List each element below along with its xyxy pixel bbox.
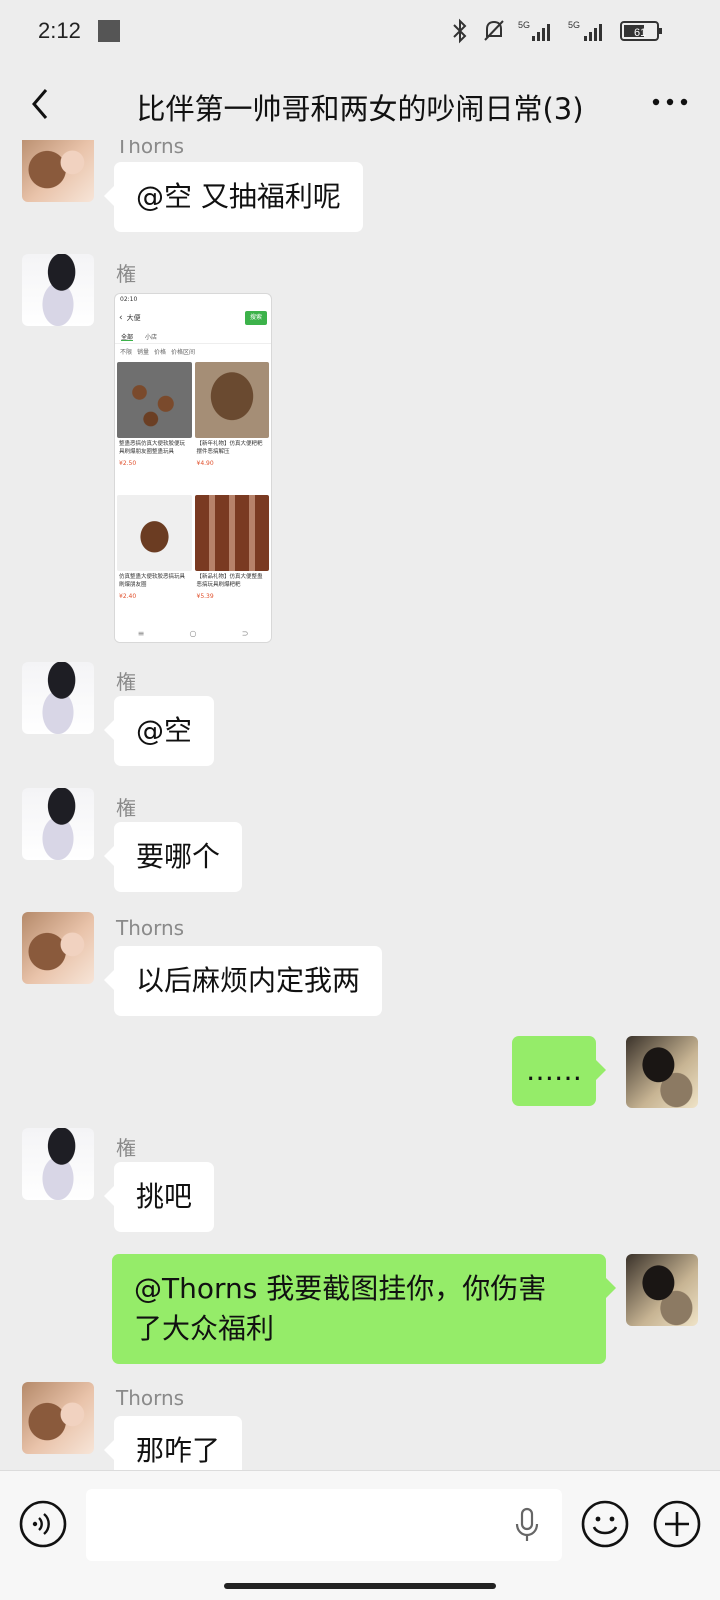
message-bubble-outgoing[interactable]: @Thorns 我要截图挂你，你伤害 了大众福利 bbox=[112, 1254, 616, 1364]
avatar-thorns[interactable] bbox=[22, 140, 94, 202]
svg-text:5G: 5G bbox=[568, 20, 580, 30]
product-price: ¥5.39 bbox=[196, 593, 214, 600]
message-list[interactable]: Thorns @空 又抽福利呢 権 02:10 ‹ 大便 搜索 全部 小店 不限… bbox=[0, 140, 720, 1470]
image-product-card: 仿真整蛊大便软胶恶搞玩具刷爆朋友圈 ¥2.40 bbox=[117, 495, 192, 625]
message-text-line: 了大众福利 bbox=[134, 1312, 275, 1345]
image-search-bar: ‹ 大便 搜索 bbox=[115, 306, 271, 330]
product-title: 【新年礼物】仿真大便粑粑摆件恶搞解压 bbox=[196, 441, 263, 455]
avatar-thorns[interactable] bbox=[22, 1382, 94, 1454]
more-options-icon[interactable] bbox=[650, 94, 690, 110]
plus-icon[interactable] bbox=[652, 1499, 702, 1549]
product-photo bbox=[117, 495, 192, 571]
message-text-line: @Thorns 我要截图挂你，你伤害 bbox=[134, 1272, 547, 1305]
chat-title: 比伴第一帅哥和两女的吵闹日常(3) bbox=[136, 92, 584, 126]
image-filter: 价格区间 bbox=[171, 349, 196, 356]
message-bubble[interactable]: 以后麻烦内定我两 bbox=[103, 946, 383, 1016]
image-nav-bar: ≡ ○ ⊃ bbox=[115, 624, 271, 642]
message-bubble[interactable]: 要哪个 bbox=[103, 822, 243, 892]
product-title: 仿真整蛊大便软胶恶搞玩具刷爆朋友圈 bbox=[119, 574, 186, 588]
image-product-card: 【新品礼物】仿真大便整蛊恶搞玩具刷爆粑粑 ¥5.39 bbox=[194, 495, 269, 625]
image-filter: 不限 bbox=[120, 349, 133, 356]
message-bubble[interactable]: 挑吧 bbox=[103, 1162, 215, 1232]
image-search-query: 大便 bbox=[126, 314, 141, 322]
avatar-thorns[interactable] bbox=[22, 912, 94, 984]
avatar-quan[interactable] bbox=[22, 788, 94, 860]
message-input[interactable] bbox=[86, 1489, 562, 1561]
product-price: ¥2.40 bbox=[119, 593, 137, 600]
product-price: ¥4.90 bbox=[196, 460, 214, 467]
sender-name: 権 bbox=[116, 670, 136, 694]
image-filter: 销量 bbox=[137, 349, 150, 356]
image-tab: 全部 bbox=[121, 334, 134, 341]
svg-text:5G: 5G bbox=[518, 20, 530, 30]
signal-5g-icon-2: 5G bbox=[568, 20, 602, 41]
avatar-quan[interactable] bbox=[22, 254, 94, 326]
message-bubble-outgoing[interactable]: …… bbox=[512, 1036, 606, 1106]
image-filters: 不限 销量 价格 价格区间 bbox=[115, 344, 271, 362]
image-product-card: 整蛊恶搞仿真大便软胶便玩具刷爆朋友圈整蛊玩具 ¥2.50 bbox=[117, 362, 192, 492]
chat-header: 比伴第一帅哥和两女的吵闹日常(3) bbox=[0, 64, 720, 140]
product-title: 整蛊恶搞仿真大便软胶便玩具刷爆朋友圈整蛊玩具 bbox=[119, 441, 186, 455]
image-tab: 小店 bbox=[145, 334, 158, 341]
sender-name: Thorns bbox=[116, 916, 185, 940]
sender-name: 権 bbox=[116, 796, 136, 820]
home-indicator[interactable] bbox=[224, 1583, 496, 1589]
avatar-me[interactable] bbox=[626, 1254, 698, 1326]
status-time: 2:12 bbox=[38, 18, 81, 43]
product-photo bbox=[194, 362, 269, 438]
signal-5g-icon: 5G bbox=[518, 20, 550, 41]
avatar-me[interactable] bbox=[626, 1036, 698, 1108]
status-bar: 2:12 5G 5G 61 bbox=[0, 0, 720, 64]
sender-name: Thorns bbox=[116, 140, 185, 158]
product-price: ¥2.50 bbox=[119, 460, 137, 467]
bluetooth-icon bbox=[453, 18, 467, 44]
sender-name: 権 bbox=[116, 1136, 136, 1160]
image-filter: 价格 bbox=[154, 349, 167, 356]
sender-name: Thorns bbox=[116, 1386, 185, 1410]
image-message[interactable]: 02:10 ‹ 大便 搜索 全部 小店 不限 销量 价格 价格区间 整蛊恶搞仿真… bbox=[114, 293, 272, 643]
image-product-card: 【新年礼物】仿真大便粑粑摆件恶搞解压 ¥4.90 bbox=[194, 362, 269, 492]
status-icons: 5G 5G 61 bbox=[450, 18, 664, 44]
message-bubble[interactable]: @空 bbox=[103, 696, 215, 766]
image-tabs: 全部 小店 bbox=[115, 330, 271, 344]
battery-icon: 61 bbox=[620, 21, 662, 41]
product-title: 【新品礼物】仿真大便整蛊恶搞玩具刷爆粑粑 bbox=[196, 574, 263, 588]
sender-name: 権 bbox=[116, 262, 136, 286]
image-status-time: 02:10 bbox=[120, 296, 138, 303]
message-bubble[interactable]: 那咋了 bbox=[103, 1416, 243, 1470]
avatar-quan[interactable] bbox=[22, 1128, 94, 1200]
microphone-icon[interactable] bbox=[514, 1507, 540, 1543]
input-bar bbox=[0, 1470, 720, 1600]
mute-bell-icon bbox=[484, 20, 504, 41]
avatar-quan[interactable] bbox=[22, 662, 94, 734]
product-photo bbox=[117, 362, 192, 438]
image-product-grid: 整蛊恶搞仿真大便软胶便玩具刷爆朋友圈整蛊玩具 ¥2.50 【新年礼物】仿真大便粑… bbox=[115, 362, 271, 625]
image-back-icon: ‹ bbox=[119, 313, 123, 323]
image-search-button: 搜索 bbox=[245, 311, 267, 325]
notification-icon bbox=[98, 20, 120, 42]
message-bubble[interactable]: @空 又抽福利呢 bbox=[104, 162, 363, 232]
voice-input-icon[interactable] bbox=[18, 1499, 68, 1549]
battery-level: 61 bbox=[634, 27, 646, 39]
emoji-icon[interactable] bbox=[580, 1499, 630, 1549]
product-photo bbox=[194, 495, 269, 571]
